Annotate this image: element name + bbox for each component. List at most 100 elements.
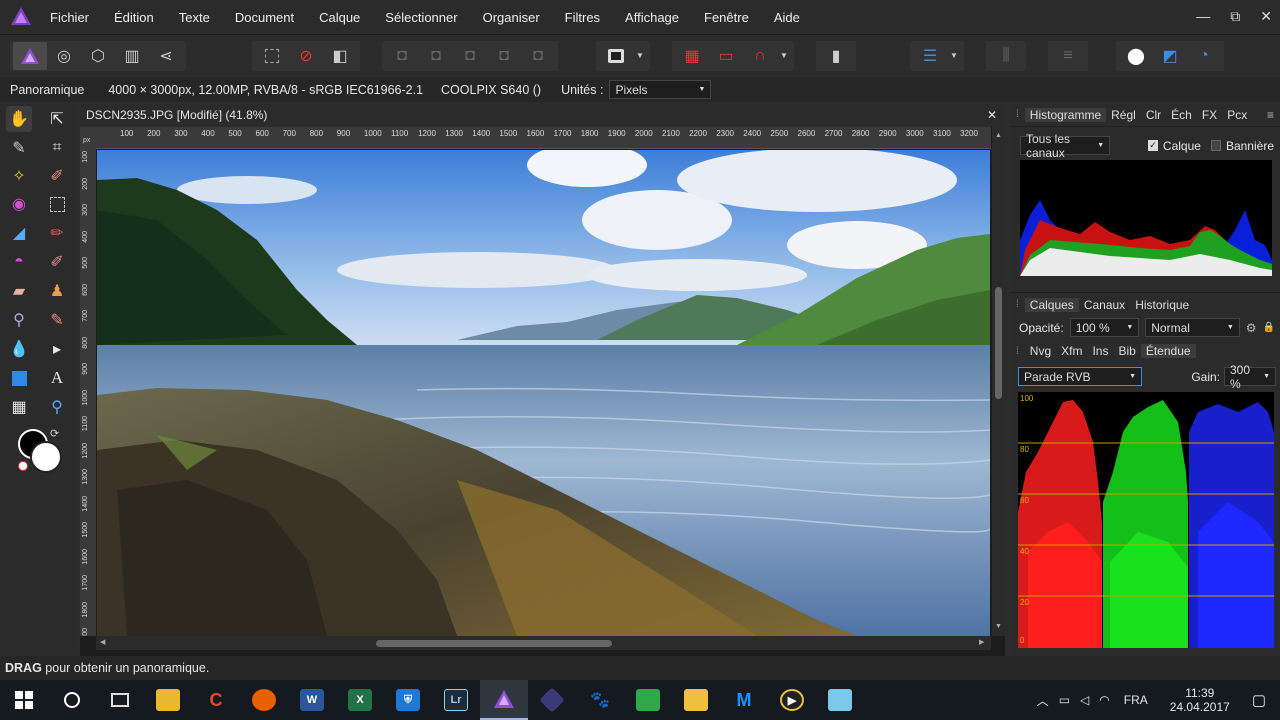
- boolean-add-button[interactable]: ◘: [385, 42, 419, 70]
- rectangle-tool[interactable]: [6, 365, 32, 391]
- photo-persona-button[interactable]: [13, 41, 47, 70]
- tab-historique[interactable]: Historique: [1130, 298, 1194, 312]
- menu-document[interactable]: Document: [235, 10, 294, 25]
- taskbar-word[interactable]: W: [288, 680, 336, 720]
- tab-clr[interactable]: Clr: [1141, 108, 1166, 122]
- boolean-subtract-button[interactable]: ◘: [419, 42, 453, 70]
- assistant-button[interactable]: ▭: [709, 42, 743, 70]
- erase-tool[interactable]: ▰: [6, 278, 32, 304]
- clone-stamp-tool[interactable]: ♟: [44, 278, 70, 304]
- align-button[interactable]: ☰: [913, 42, 947, 70]
- refine-brush-tool[interactable]: ✐: [44, 163, 70, 189]
- taskbar-lightroom[interactable]: Lr: [432, 680, 480, 720]
- taskbar-media-player[interactable]: ▶: [768, 680, 816, 720]
- lock-icon[interactable]: 🔒: [1263, 322, 1275, 333]
- align-center-button[interactable]: ⫼: [989, 42, 1023, 70]
- tab-regl[interactable]: Régl: [1106, 108, 1141, 122]
- menu-calque[interactable]: Calque: [319, 10, 360, 25]
- no-color-icon[interactable]: [18, 461, 28, 471]
- smudge-tool[interactable]: 💧: [6, 336, 32, 362]
- select-all-button[interactable]: [255, 42, 289, 70]
- banner-checkbox[interactable]: [1210, 140, 1221, 151]
- taskbar-defender[interactable]: ⛨: [384, 680, 432, 720]
- notification-icon[interactable]: ▢: [1252, 691, 1266, 709]
- chevron-up-icon[interactable]: ︿: [1037, 692, 1049, 709]
- taskbar-file-manager[interactable]: [624, 680, 672, 720]
- align-dropdown[interactable]: ▼: [947, 42, 961, 70]
- menu-fenetre[interactable]: Fenêtre: [704, 10, 749, 25]
- wifi-icon[interactable]: ◠: [1099, 693, 1109, 707]
- liquify-persona-button[interactable]: ◎: [47, 42, 81, 70]
- taskbar-notepad[interactable]: [816, 680, 864, 720]
- minimize-button[interactable]: —: [1196, 8, 1210, 25]
- vertical-scrollbar[interactable]: ▲ ▼: [992, 127, 1005, 636]
- horizontal-scrollbar[interactable]: ◀ ▶: [96, 636, 991, 650]
- layer-checkbox[interactable]: ✓: [1148, 140, 1158, 151]
- menu-filtres[interactable]: Filtres: [565, 10, 600, 25]
- boolean-xor-button[interactable]: ◘: [487, 42, 521, 70]
- snapping-dropdown[interactable]: ▼: [777, 42, 791, 70]
- develop-persona-button[interactable]: ⬡: [81, 42, 115, 70]
- add-shape-button[interactable]: ⬤: [1119, 42, 1153, 70]
- distribute-button[interactable]: ≡: [1051, 42, 1085, 70]
- crop-tool[interactable]: ⌗: [44, 135, 70, 161]
- boolean-divide-button[interactable]: ◘: [521, 42, 555, 70]
- taskbar-paint[interactable]: [672, 680, 720, 720]
- taskbar-firefox[interactable]: [240, 680, 288, 720]
- taskbar-affinity-designer[interactable]: [528, 680, 576, 720]
- tone-mapping-persona-button[interactable]: ▥: [115, 42, 149, 70]
- channel-dropdown[interactable]: Tous les canaux ▼: [1020, 132, 1111, 160]
- start-button[interactable]: [0, 680, 48, 720]
- scope-type-dropdown[interactable]: Parade RVB ▼: [1018, 367, 1142, 386]
- deselect-button[interactable]: ⊘: [289, 42, 323, 70]
- menu-texte[interactable]: Texte: [179, 10, 210, 25]
- restore-button[interactable]: ⧉: [1230, 8, 1240, 25]
- intersect-shape-button[interactable]: ◔: [1187, 42, 1221, 70]
- image-canvas[interactable]: [97, 150, 990, 636]
- paint-brush-tool[interactable]: ✏: [44, 220, 70, 246]
- document-tab[interactable]: DSCN2935.JPG [Modifié] (41.8%) ✕: [80, 103, 1005, 127]
- tab-canaux[interactable]: Canaux: [1079, 298, 1130, 312]
- boolean-intersect-button[interactable]: ◘: [453, 42, 487, 70]
- color-swatches[interactable]: ⟳: [16, 427, 64, 475]
- tab-fx[interactable]: FX: [1197, 108, 1222, 122]
- vertical-scroll-thumb[interactable]: [995, 287, 1002, 399]
- flood-select-tool[interactable]: ◉: [6, 191, 32, 217]
- invert-selection-button[interactable]: ◧: [323, 42, 357, 70]
- snapping-button[interactable]: ∩: [743, 42, 777, 70]
- taskbar-malwarebytes[interactable]: M: [720, 680, 768, 720]
- tab-calques[interactable]: Calques: [1024, 297, 1079, 312]
- tab-ins[interactable]: Ins: [1087, 344, 1113, 358]
- taskbar-ccleaner[interactable]: C: [192, 680, 240, 720]
- tab-ech[interactable]: Éch: [1166, 108, 1197, 122]
- blend-mode-dropdown[interactable]: Normal ▼: [1145, 318, 1240, 337]
- node-tool[interactable]: ▸: [44, 336, 70, 362]
- close-window-button[interactable]: ✕: [1260, 8, 1272, 25]
- taskbar-affinity-photo[interactable]: [480, 680, 528, 720]
- close-document-icon[interactable]: ✕: [987, 108, 997, 122]
- quick-mask-dropdown[interactable]: ▼: [633, 42, 647, 70]
- swap-colors-icon[interactable]: ⟳: [50, 427, 59, 440]
- dodge-tool[interactable]: ◓: [6, 249, 32, 275]
- scroll-down-arrow[interactable]: ▼: [995, 623, 1002, 630]
- panel-menu-icon[interactable]: ≡: [1267, 108, 1274, 122]
- opacity-dropdown[interactable]: 100 % ▼: [1069, 318, 1140, 337]
- cortana-button[interactable]: [48, 680, 96, 720]
- inpainting-tool[interactable]: ✎: [44, 307, 70, 333]
- menu-selectionner[interactable]: Sélectionner: [385, 10, 457, 25]
- fill-tool[interactable]: ◢: [6, 220, 32, 246]
- horizontal-ruler[interactable]: 100 200 300 400 500 600 700 800 900 1000 1100 1200 1…: [96, 127, 991, 149]
- marquee-tool[interactable]: [44, 191, 70, 217]
- menu-fichier[interactable]: Fichier: [50, 10, 89, 25]
- menu-organiser[interactable]: Organiser: [483, 10, 540, 25]
- clock[interactable]: 11:39 24.04.2017: [1170, 686, 1230, 714]
- color-picker-tool[interactable]: ✎: [6, 135, 32, 161]
- tab-etendue[interactable]: Étendue: [1140, 344, 1196, 358]
- scroll-right-arrow[interactable]: ▶: [979, 638, 984, 646]
- secondary-color-swatch[interactable]: [30, 441, 62, 473]
- tab-bib[interactable]: Bib: [1113, 344, 1140, 358]
- tab-xfm[interactable]: Xfm: [1056, 344, 1087, 358]
- quick-mask-button[interactable]: [599, 42, 633, 70]
- taskbar-excel[interactable]: X: [336, 680, 384, 720]
- menu-edition[interactable]: Édition: [114, 10, 154, 25]
